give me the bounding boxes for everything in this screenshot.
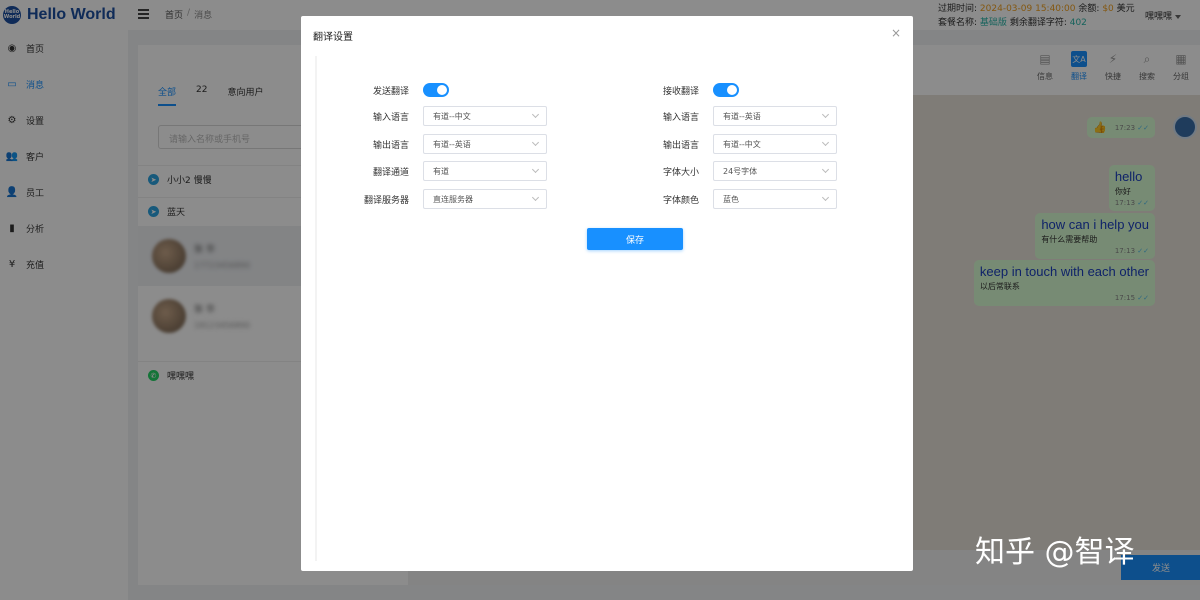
modal-body	[315, 56, 905, 561]
translate-settings-modal: 翻译设置 × 发送翻译 输入语言 有道--中文 输出语言 有道--英语 翻译通道…	[301, 16, 913, 571]
close-icon[interactable]: ×	[891, 26, 901, 40]
modal-title: 翻译设置	[313, 32, 353, 43]
watermark: 知乎 @智译	[975, 535, 1135, 570]
